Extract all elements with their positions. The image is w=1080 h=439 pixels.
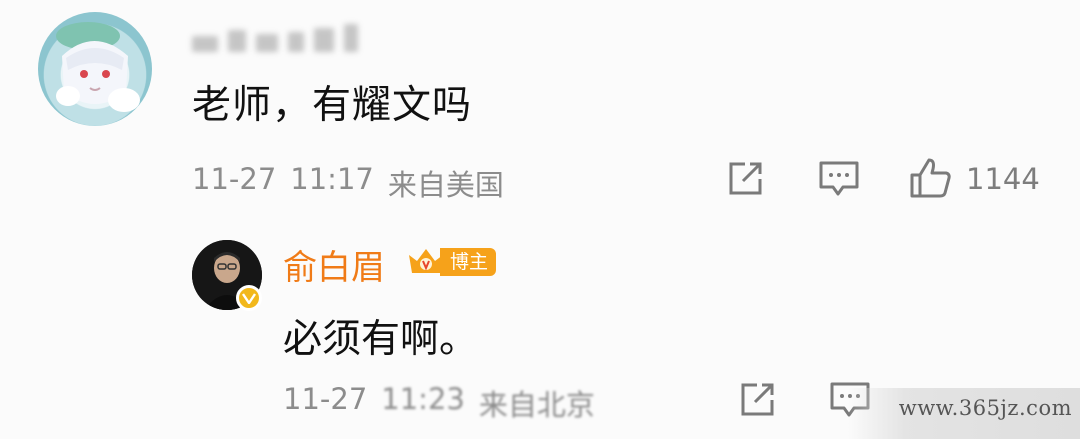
commenter-avatar[interactable] — [38, 12, 152, 126]
crown-icon — [406, 246, 446, 278]
commenter-username[interactable] — [192, 22, 358, 52]
reply-location: 来自北京 — [478, 388, 595, 422]
reply-share-icon[interactable] — [737, 380, 777, 420]
blogger-badge: 博主 — [406, 246, 497, 278]
comment-thread: 老师，有耀文吗 11-27 11:17 来自美国 1144 俞白眉 博主 必须有… — [0, 0, 1080, 439]
share-icon[interactable] — [724, 158, 766, 200]
replier-username[interactable]: 俞白眉 — [283, 240, 385, 289]
comment-meta: 11-27 11:17 来自美国 — [192, 162, 504, 204]
watermark: www.365jz.com — [898, 396, 1072, 420]
like-count: 1144 — [966, 162, 1040, 196]
comment-location: 来自美国 — [387, 168, 504, 202]
reply-time: 11:23 — [381, 382, 465, 416]
comment-icon[interactable] — [817, 158, 861, 200]
reply-text: 必须有啊。 — [283, 317, 479, 362]
comment-date: 11-27 — [192, 162, 277, 196]
comment-text: 老师，有耀文吗 — [192, 83, 473, 128]
verified-icon — [236, 285, 262, 311]
reply-meta: 11-27 11:23 来自北京 — [283, 382, 595, 424]
blogger-badge-label: 博主 — [440, 248, 497, 276]
comment-time: 11:17 — [290, 162, 374, 196]
like-icon[interactable] — [908, 156, 954, 200]
reply-date: 11-27 — [283, 382, 368, 416]
